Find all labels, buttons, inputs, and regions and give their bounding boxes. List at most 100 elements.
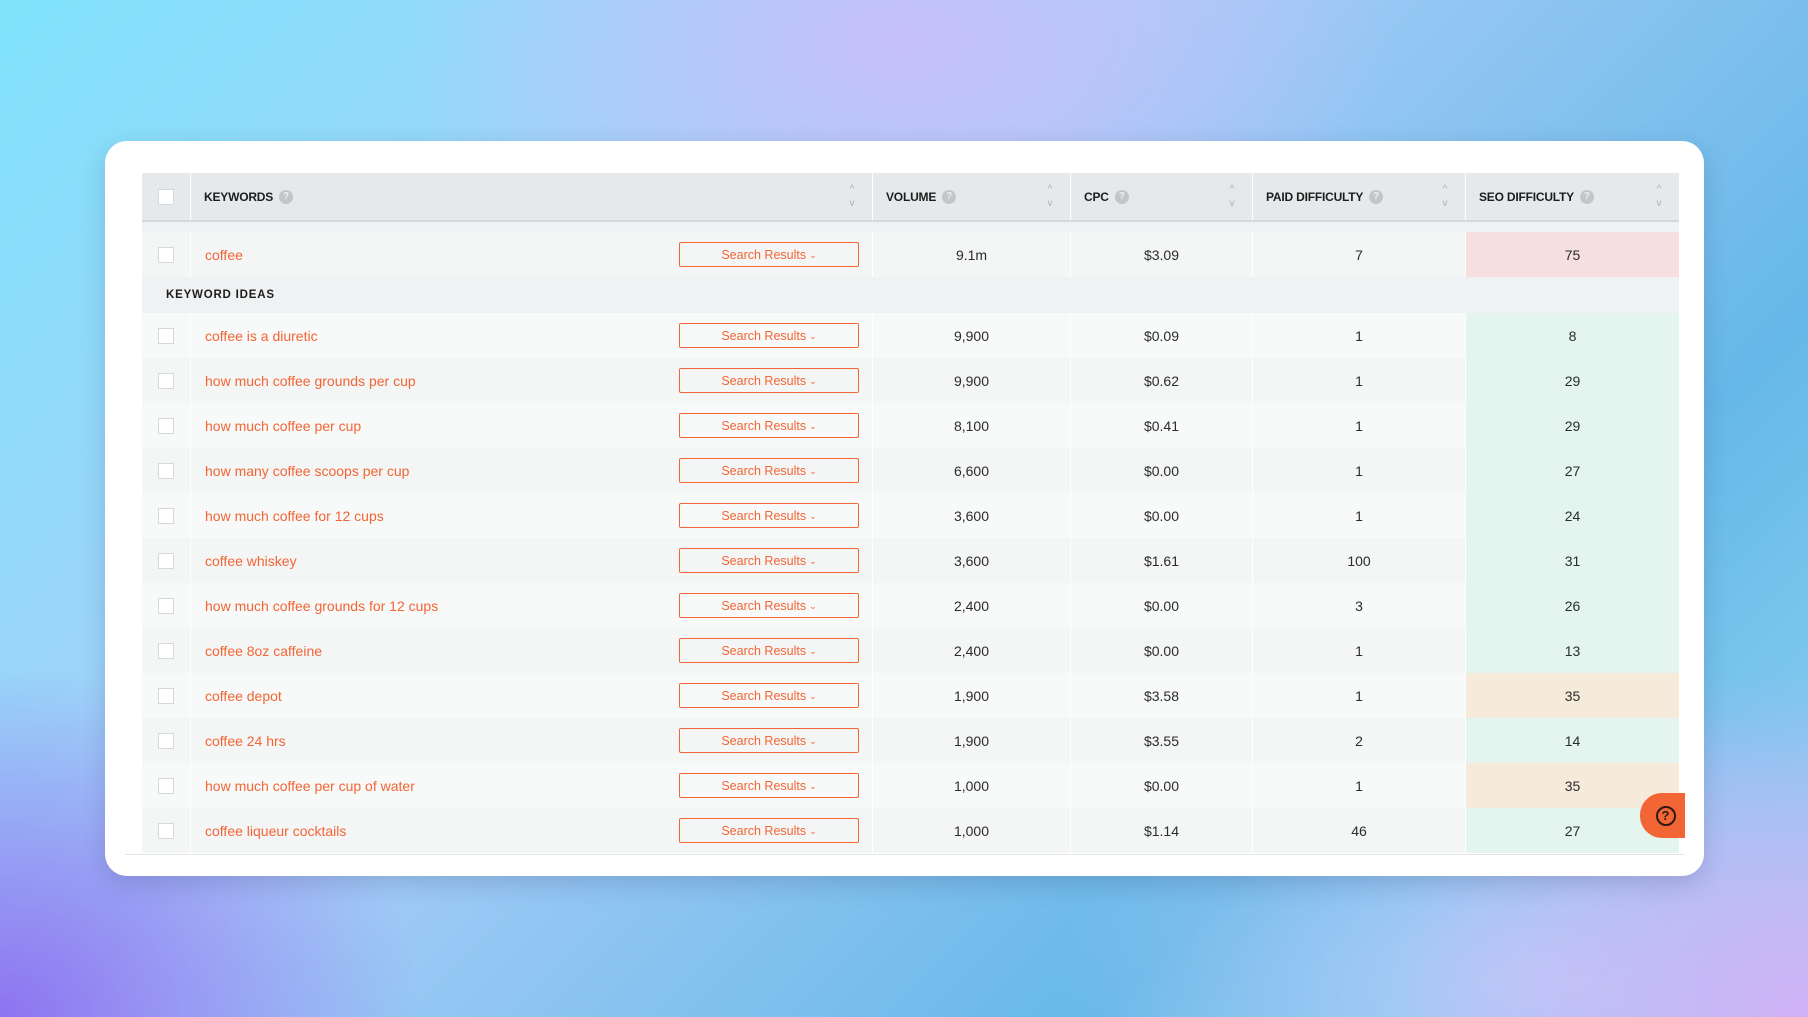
paid-difficulty-cell: 1: [1253, 358, 1466, 403]
sort-up-icon: ^: [849, 184, 855, 195]
sort-down-icon: v: [1656, 198, 1662, 209]
search-results-button[interactable]: Search Results ⌄: [679, 458, 859, 483]
row-checkbox[interactable]: [158, 462, 174, 479]
sort-up-icon: ^: [1656, 184, 1662, 195]
column-header-keywords[interactable]: KEYWORDS ? ^ v: [191, 173, 873, 220]
volume-cell: 9.1m: [873, 232, 1071, 277]
sort-down-icon: v: [1047, 198, 1053, 209]
keyword-link[interactable]: coffee 8oz caffeine: [205, 643, 322, 659]
row-checkbox[interactable]: [158, 732, 174, 749]
search-results-button[interactable]: Search Results ⌄: [679, 728, 859, 753]
search-results-button[interactable]: Search Results ⌄: [679, 638, 859, 663]
search-results-button[interactable]: Search Results ⌄: [679, 323, 859, 348]
search-results-button[interactable]: Search Results ⌄: [679, 683, 859, 708]
select-all-checkbox[interactable]: [158, 188, 174, 205]
help-icon[interactable]: ?: [1579, 189, 1594, 204]
chevron-down-icon: ⌄: [809, 781, 817, 791]
column-header-seo-difficulty[interactable]: SEO DIFFICULTY ? ^ v: [1466, 173, 1679, 220]
keyword-cell: coffee is a diuretic Search Results ⌄: [191, 313, 873, 358]
row-checkbox[interactable]: [158, 777, 174, 794]
keyword-link[interactable]: coffee whiskey: [205, 553, 297, 569]
cpc-cell: $0.00: [1071, 763, 1253, 808]
keyword-cell: coffee liqueur cocktails Search Results …: [191, 808, 873, 853]
help-icon[interactable]: ?: [279, 189, 294, 204]
search-results-button[interactable]: Search Results ⌄: [679, 818, 859, 843]
cpc-cell: $0.41: [1071, 403, 1253, 448]
keyword-cell: coffee 24 hrs Search Results ⌄: [191, 718, 873, 763]
search-results-button[interactable]: Search Results ⌄: [679, 368, 859, 393]
chevron-down-icon: ⌄: [809, 691, 817, 701]
help-widget-button[interactable]: ?: [1640, 793, 1685, 838]
keyword-link[interactable]: how much coffee per cup: [205, 418, 361, 434]
row-checkbox[interactable]: [158, 507, 174, 524]
paid-difficulty-cell: 2: [1253, 718, 1466, 763]
row-checkbox[interactable]: [158, 417, 174, 434]
keyword-link[interactable]: coffee liqueur cocktails: [205, 823, 346, 839]
column-header-paid-difficulty[interactable]: PAID DIFFICULTY ? ^ v: [1253, 173, 1466, 220]
keyword-link[interactable]: coffee depot: [205, 688, 282, 704]
sort-down-icon: v: [1229, 198, 1235, 209]
sort-toggle[interactable]: ^ v: [846, 185, 858, 209]
keyword-link[interactable]: coffee is a diuretic: [205, 328, 318, 344]
seo-difficulty-cell: 29: [1466, 358, 1679, 403]
volume-cell: 2,400: [873, 628, 1071, 673]
row-checkbox[interactable]: [158, 327, 174, 344]
keyword-link[interactable]: how much coffee for 12 cups: [205, 508, 384, 524]
sort-toggle[interactable]: ^ v: [1439, 185, 1451, 209]
row-checkbox[interactable]: [158, 597, 174, 614]
volume-cell: 2,400: [873, 583, 1071, 628]
column-header-volume[interactable]: VOLUME ? ^ v: [873, 173, 1071, 220]
volume-cell: 3,600: [873, 493, 1071, 538]
search-results-label: Search Results: [721, 463, 807, 478]
keyword-link[interactable]: how much coffee grounds per cup: [205, 373, 416, 389]
search-results-button[interactable]: Search Results ⌄: [679, 413, 859, 438]
select-all-cell: [142, 173, 191, 220]
row-checkbox[interactable]: [158, 552, 174, 569]
column-header-cpc[interactable]: CPC ? ^ v: [1071, 173, 1253, 220]
sort-toggle[interactable]: ^ v: [1226, 185, 1238, 209]
search-results-button[interactable]: Search Results ⌄: [679, 548, 859, 573]
search-results-button[interactable]: Search Results ⌄: [679, 503, 859, 528]
keyword-cell: how much coffee per cup Search Results ⌄: [191, 403, 873, 448]
search-results-label: Search Results: [721, 598, 807, 613]
volume-cell: 3,600: [873, 538, 1071, 583]
keyword-link[interactable]: how much coffee grounds for 12 cups: [205, 598, 438, 614]
search-results-button[interactable]: Search Results ⌄: [679, 242, 859, 267]
help-icon[interactable]: ?: [1114, 189, 1129, 204]
keyword-link[interactable]: how many coffee scoops per cup: [205, 463, 409, 479]
row-checkbox[interactable]: [158, 246, 174, 263]
keyword-row: coffee is a diuretic Search Results ⌄ 9,…: [142, 313, 1679, 358]
keyword-cell: coffee 8oz caffeine Search Results ⌄: [191, 628, 873, 673]
search-results-button[interactable]: Search Results ⌄: [679, 593, 859, 618]
keyword-link[interactable]: how much coffee per cup of water: [205, 778, 415, 794]
paid-difficulty-cell: 1: [1253, 493, 1466, 538]
keyword-link[interactable]: coffee: [205, 247, 243, 263]
checkbox-cell: [142, 313, 191, 358]
row-checkbox[interactable]: [158, 642, 174, 659]
keyword-row: coffee liqueur cocktails Search Results …: [142, 808, 1679, 853]
volume-cell: 6,600: [873, 448, 1071, 493]
volume-cell: 1,900: [873, 673, 1071, 718]
checkbox-cell: [142, 718, 191, 763]
keyword-cell: how much coffee grounds for 12 cups Sear…: [191, 583, 873, 628]
sort-up-icon: ^: [1442, 184, 1448, 195]
keyword-cell: coffee whiskey Search Results ⌄: [191, 538, 873, 583]
seo-difficulty-cell: 35: [1466, 673, 1679, 718]
paid-difficulty-cell: 1: [1253, 763, 1466, 808]
sort-toggle[interactable]: ^ v: [1044, 185, 1056, 209]
column-label: SEO DIFFICULTY: [1479, 189, 1574, 204]
search-results-label: Search Results: [721, 328, 807, 343]
row-checkbox[interactable]: [158, 372, 174, 389]
search-results-button[interactable]: Search Results ⌄: [679, 773, 859, 798]
sort-toggle[interactable]: ^ v: [1653, 185, 1665, 209]
volume-cell: 1,000: [873, 808, 1071, 853]
help-icon[interactable]: ?: [942, 189, 957, 204]
row-checkbox[interactable]: [158, 687, 174, 704]
seo-difficulty-cell: 31: [1466, 538, 1679, 583]
help-icon[interactable]: ?: [1369, 189, 1384, 204]
row-checkbox[interactable]: [158, 822, 174, 839]
keyword-row: coffee 8oz caffeine Search Results ⌄ 2,4…: [142, 628, 1679, 673]
keyword-link[interactable]: coffee 24 hrs: [205, 733, 286, 749]
search-results-label: Search Results: [721, 688, 807, 703]
paid-difficulty-cell: 1: [1253, 448, 1466, 493]
